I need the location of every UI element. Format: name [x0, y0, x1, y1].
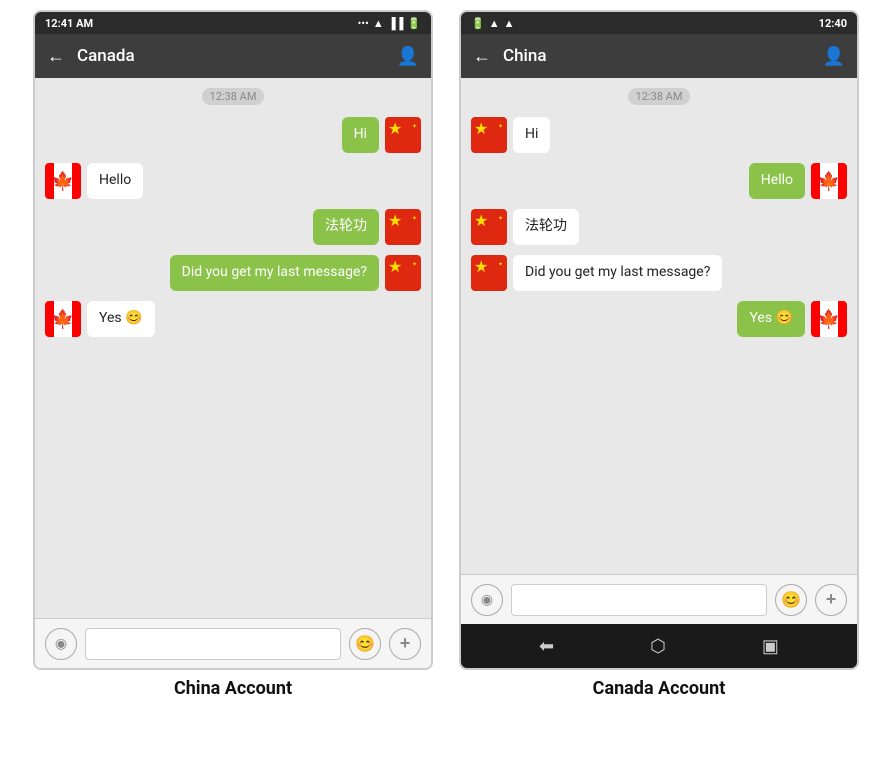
china-flag	[471, 117, 507, 153]
message-row: 法轮功	[471, 209, 847, 245]
plus-button-china[interactable]: +	[389, 628, 421, 660]
message-row: Hi	[471, 117, 847, 153]
china-flag	[385, 209, 421, 245]
caption-china: China Account	[174, 678, 292, 699]
caption-row-china: China Account	[174, 678, 292, 699]
canada-flag: 🍁	[45, 301, 81, 337]
phones-row: 12:41 AM ••• ▲ ▐▐ 🔋 ← Canada 👤 12:38 AM	[0, 0, 892, 699]
china-account-phone: 12:41 AM ••• ▲ ▐▐ 🔋 ← Canada 👤 12:38 AM	[33, 10, 433, 670]
input-bar-canada: ◉ 😊 +	[461, 574, 857, 624]
status-icons-canada-left: 🔋 ▲ ▲	[471, 17, 514, 30]
bubble-received: Hello	[87, 163, 143, 199]
caption-row-canada: Canada Account	[593, 678, 726, 699]
message-row: 🍁 Yes 😊	[45, 301, 421, 337]
time-canada: 12:40	[819, 17, 847, 30]
bubble-sent: Yes 😊	[737, 301, 805, 337]
bubble-received: Yes 😊	[87, 301, 155, 337]
profile-icon-canada[interactable]: 👤	[823, 46, 845, 67]
signal-icon: ▐▐	[388, 17, 404, 30]
bubble-received: Did you get my last message?	[513, 255, 722, 291]
bubble-sent: Hi	[342, 117, 379, 153]
china-flag	[471, 209, 507, 245]
message-row: Hi	[45, 117, 421, 153]
china-flag	[385, 117, 421, 153]
android-back-button[interactable]: ⬅	[539, 636, 554, 657]
bubble-received: Hi	[513, 117, 550, 153]
canada-account-phone: 🔋 ▲ ▲ 12:40 ← China 👤 12:38 AM Hi	[459, 10, 859, 670]
nav-title-china: Canada	[77, 46, 397, 66]
nav-title-canada: China	[503, 46, 823, 66]
caption-canada: Canada Account	[593, 678, 726, 699]
nav-bar-canada: ← China 👤	[461, 34, 857, 78]
message-row: 🍁 Yes 😊	[471, 301, 847, 337]
time-china: 12:41 AM	[45, 17, 93, 30]
text-input-canada[interactable]	[511, 584, 767, 616]
chat-area-china: 12:38 AM Hi 🍁 Hello 法轮功	[35, 78, 431, 618]
bubble-received: 法轮功	[513, 209, 579, 245]
message-row: Did you get my last message?	[45, 255, 421, 291]
voice-button-canada[interactable]: ◉	[471, 584, 503, 616]
canada-flag: 🍁	[45, 163, 81, 199]
bubble-sent: Did you get my last message?	[170, 255, 379, 291]
china-flag	[385, 255, 421, 291]
timestamp-canada-0: 12:38 AM	[628, 88, 691, 105]
bubble-sent: 法轮功	[313, 209, 379, 245]
android-recents-button[interactable]: ▣	[762, 636, 779, 657]
nav-bar-china: ← Canada 👤	[35, 34, 431, 78]
timestamp-china-0: 12:38 AM	[202, 88, 265, 105]
plus-button-canada[interactable]: +	[815, 584, 847, 616]
emoji-button-china[interactable]: 😊	[349, 628, 381, 660]
status-bar-china: 12:41 AM ••• ▲ ▐▐ 🔋	[35, 12, 431, 34]
china-flag	[471, 255, 507, 291]
wifi-icon: ▲	[504, 17, 515, 30]
chat-area-canada: 12:38 AM Hi 🍁 Hello 法轮功	[461, 78, 857, 574]
canada-flag: 🍁	[811, 163, 847, 199]
android-nav-canada: ⬅ ⬡ ▣	[461, 624, 857, 668]
ellipsis-icon: •••	[358, 17, 369, 30]
profile-icon-china[interactable]: 👤	[397, 46, 419, 67]
voice-button-china[interactable]: ◉	[45, 628, 77, 660]
bubble-sent: Hello	[749, 163, 805, 199]
canada-account-wrapper: 🔋 ▲ ▲ 12:40 ← China 👤 12:38 AM Hi	[446, 10, 872, 699]
signal-icon: ▲	[489, 17, 500, 30]
wifi-icon: ▲	[373, 17, 384, 30]
message-row: Did you get my last message?	[471, 255, 847, 291]
emoji-button-canada[interactable]: 😊	[775, 584, 807, 616]
message-row: 法轮功	[45, 209, 421, 245]
input-bar-china: ◉ 😊 +	[35, 618, 431, 668]
back-button-canada[interactable]: ←	[473, 46, 491, 67]
canada-flag: 🍁	[811, 301, 847, 337]
battery-icon: 🔋	[407, 17, 421, 30]
status-bar-canada: 🔋 ▲ ▲ 12:40	[461, 12, 857, 34]
status-icons-china: ••• ▲ ▐▐ 🔋	[358, 17, 421, 30]
text-input-china[interactable]	[85, 628, 341, 660]
battery-icon: 🔋	[471, 17, 485, 30]
back-button-china[interactable]: ←	[47, 46, 65, 67]
message-row: 🍁 Hello	[45, 163, 421, 199]
android-home-button[interactable]: ⬡	[650, 636, 666, 657]
china-account-wrapper: 12:41 AM ••• ▲ ▐▐ 🔋 ← Canada 👤 12:38 AM	[20, 10, 446, 699]
message-row: 🍁 Hello	[471, 163, 847, 199]
